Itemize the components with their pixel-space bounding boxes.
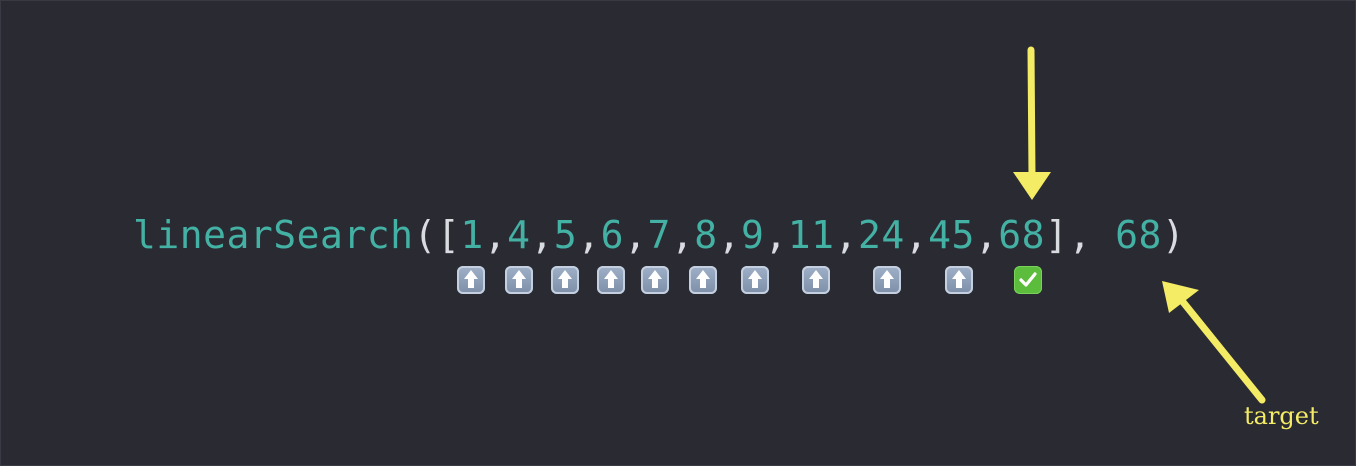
down-arrow-icon	[1013, 46, 1051, 200]
target-label: target	[1244, 402, 1319, 430]
diagonal-arrow-icon	[1162, 281, 1266, 404]
diagram-canvas: linearSearch([1,4,5,6,7,8,9,11,24,45,68]…	[0, 0, 1356, 466]
annotation-layer	[1013, 46, 1266, 404]
